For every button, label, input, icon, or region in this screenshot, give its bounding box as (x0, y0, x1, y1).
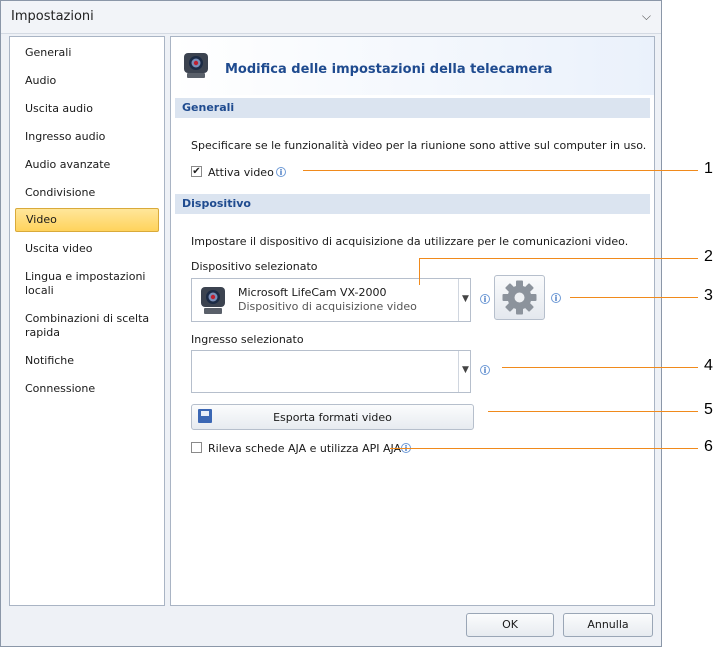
section-generali-header: Generali (175, 98, 650, 118)
info-icon[interactable]: i (551, 293, 561, 303)
callout-number: 5 (704, 401, 713, 418)
selected-device-label: Dispositivo selezionato (191, 260, 318, 273)
title-bar: Impostazioni ⌵ (1, 1, 661, 34)
settings-dialog: Impostazioni ⌵ Generali Audio Uscita aud… (0, 0, 662, 647)
info-icon[interactable]: i (480, 294, 490, 304)
sidebar-item-ingresso-audio[interactable]: Ingresso audio (15, 130, 159, 144)
sidebar-item-video[interactable]: Video (15, 208, 159, 232)
callout-line (488, 411, 698, 412)
callout-number: 6 (704, 438, 713, 455)
callout-line (419, 258, 420, 285)
sidebar-item-uscita-audio[interactable]: Uscita audio (15, 102, 159, 116)
sidebar-item-generali[interactable]: Generali (15, 46, 159, 60)
callout-line (570, 297, 698, 298)
chevron-down-icon[interactable]: ▼ (462, 294, 469, 304)
sidebar-item-uscita-video[interactable]: Uscita video (15, 242, 159, 256)
page-title: Modifica delle impostazioni della teleca… (225, 62, 553, 77)
callout-line (390, 448, 698, 449)
callout-line (420, 258, 698, 259)
enable-video-label[interactable]: Attiva video (208, 166, 274, 179)
sidebar-item-connessione[interactable]: Connessione (15, 382, 159, 396)
device-description: Impostare il dispositivo di acquisizione… (191, 235, 629, 248)
input-select[interactable] (191, 350, 471, 393)
callout-line (502, 367, 698, 368)
device-settings-button[interactable] (494, 275, 545, 320)
webcam-icon (184, 53, 208, 78)
section-dispositivo-header: Dispositivo (175, 194, 650, 214)
general-description: Specificare se le funzionalità video per… (191, 139, 647, 152)
ok-button[interactable]: OK (466, 613, 554, 637)
main-panel: Modifica delle impostazioni della teleca… (170, 36, 655, 606)
settings-sidebar: Generali Audio Uscita audio Ingresso aud… (9, 36, 165, 606)
enable-video-checkbox[interactable]: ✔ (191, 166, 202, 177)
sidebar-item-combinazioni[interactable]: Combinazioni di scelta rapida (15, 312, 159, 340)
sidebar-item-notifiche[interactable]: Notifiche (15, 354, 159, 368)
selected-input-label: Ingresso selezionato (191, 333, 304, 346)
gear-icon (502, 280, 537, 315)
callout-number: 4 (704, 357, 713, 374)
info-icon[interactable]: i (276, 167, 286, 177)
sidebar-item-audio-avanzate[interactable]: Audio avanzate (15, 158, 159, 172)
window-title: Impostazioni (11, 9, 94, 24)
webcam-icon (201, 287, 225, 314)
callout-line (303, 170, 698, 171)
aja-label[interactable]: Rileva schede AJA e utilizza API AJA (208, 442, 401, 455)
sidebar-item-audio[interactable]: Audio (15, 74, 159, 88)
aja-checkbox[interactable] (191, 442, 202, 453)
callout-number: 3 (704, 287, 713, 304)
device-desc: Dispositivo di acquisizione video (238, 300, 417, 313)
sidebar-item-lingua[interactable]: Lingua e impostazioni locali (15, 270, 159, 298)
dropdown-divider (458, 351, 459, 392)
cancel-button[interactable]: Annulla (563, 613, 653, 637)
dropdown-divider (458, 279, 459, 321)
callout-number: 1 (704, 160, 713, 177)
device-name: Microsoft LifeCam VX-2000 (238, 286, 387, 299)
device-select[interactable]: Microsoft LifeCam VX-2000 Dispositivo di… (191, 278, 471, 322)
export-video-formats-button[interactable]: Esporta formati video (191, 404, 474, 430)
export-button-label: Esporta formati video (273, 411, 392, 424)
close-icon[interactable]: ⌵ (642, 9, 651, 24)
callout-number: 2 (704, 248, 713, 265)
chevron-down-icon[interactable]: ▼ (462, 365, 469, 375)
sidebar-item-condivisione[interactable]: Condivisione (15, 186, 159, 200)
info-icon[interactable]: i (480, 365, 490, 375)
panel-header: Modifica delle impostazioni della teleca… (171, 37, 654, 95)
